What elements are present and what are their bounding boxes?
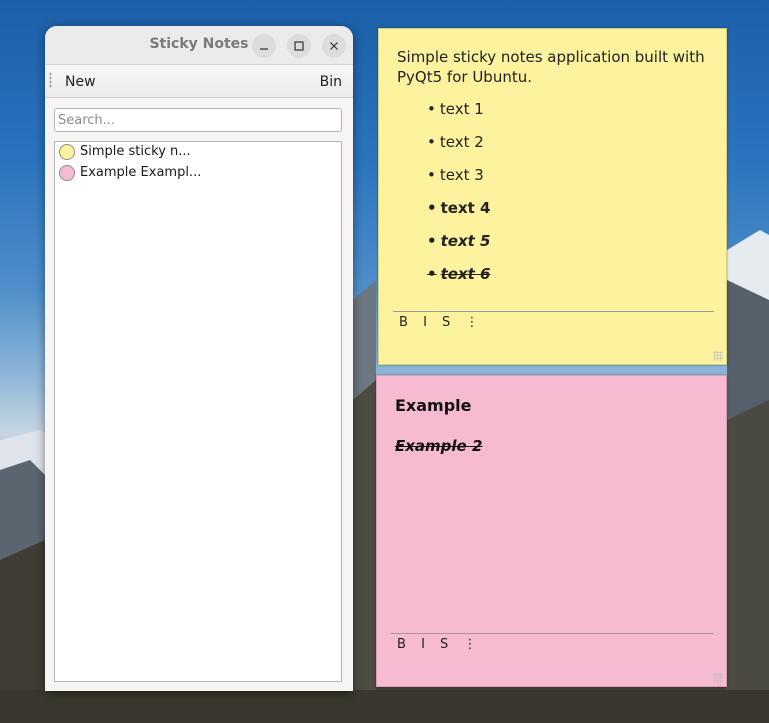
- note-subheading: Example 2: [395, 437, 483, 455]
- list-item[interactable]: Example Exampl...: [55, 163, 341, 184]
- note-editor[interactable]: Simple sticky notes application built wi…: [397, 47, 708, 297]
- note-toolbar-divider: [393, 311, 714, 312]
- more-options-icon[interactable]: ⋮: [465, 315, 478, 330]
- list-item-label: Example Exampl...: [80, 165, 202, 180]
- minimize-button[interactable]: [252, 34, 276, 58]
- bullet-item-bold-italic-strike: text 6: [427, 264, 708, 297]
- bold-button[interactable]: B: [399, 315, 408, 330]
- bullet-item: text 3: [427, 165, 708, 198]
- search-input[interactable]: [54, 108, 342, 132]
- note-intro-text: Simple sticky notes application built wi…: [397, 48, 705, 86]
- toolbar-grip-handle[interactable]: [49, 72, 52, 88]
- bin-button[interactable]: Bin: [320, 74, 342, 90]
- bullet-list: text 1 text 2 text 3 text 4 text 5 text …: [427, 99, 708, 297]
- minimize-icon: [260, 48, 268, 50]
- bullet-item: text 1: [427, 99, 708, 132]
- sticky-note-pink[interactable]: Example Example 2 B I S ⋮: [376, 375, 727, 687]
- note-format-toolbar: B I S ⋮: [399, 315, 489, 330]
- resize-grip-icon[interactable]: [713, 351, 723, 361]
- list-item-label: Simple sticky n...: [80, 144, 191, 159]
- sticky-note-yellow[interactable]: Simple sticky notes application built wi…: [378, 28, 727, 365]
- italic-button[interactable]: I: [421, 637, 425, 652]
- maximize-button[interactable]: [287, 34, 311, 58]
- more-options-icon[interactable]: ⋮: [463, 637, 476, 652]
- note-toolbar-divider: [391, 633, 714, 634]
- note-heading: Example: [395, 396, 472, 415]
- new-note-button[interactable]: New: [65, 74, 96, 90]
- menu-bar: New Bin: [45, 65, 353, 98]
- resize-grip-icon[interactable]: [713, 673, 723, 683]
- bold-button[interactable]: B: [397, 637, 406, 652]
- title-bar[interactable]: Sticky Notes: [45, 26, 353, 65]
- strikethrough-button[interactable]: S: [440, 637, 448, 652]
- close-button[interactable]: [322, 34, 346, 58]
- note-format-toolbar: B I S ⋮: [397, 637, 487, 652]
- note-color-dot-icon: [59, 144, 75, 160]
- window-title: Sticky Notes: [149, 36, 249, 52]
- bullet-item: text 2: [427, 132, 708, 165]
- bullet-item-bold: text 4: [427, 198, 708, 231]
- strikethrough-button[interactable]: S: [442, 315, 450, 330]
- maximize-icon: [294, 41, 304, 51]
- list-item[interactable]: Simple sticky n...: [55, 142, 341, 163]
- italic-button[interactable]: I: [423, 315, 427, 330]
- notes-list[interactable]: Simple sticky n... Example Exampl...: [54, 141, 342, 682]
- bullet-item-bold-italic: text 5: [427, 231, 708, 264]
- close-icon: [330, 42, 338, 50]
- note-color-dot-icon: [59, 165, 75, 181]
- sticky-notes-window: Sticky Notes New Bin Simple sticky n... …: [45, 26, 353, 691]
